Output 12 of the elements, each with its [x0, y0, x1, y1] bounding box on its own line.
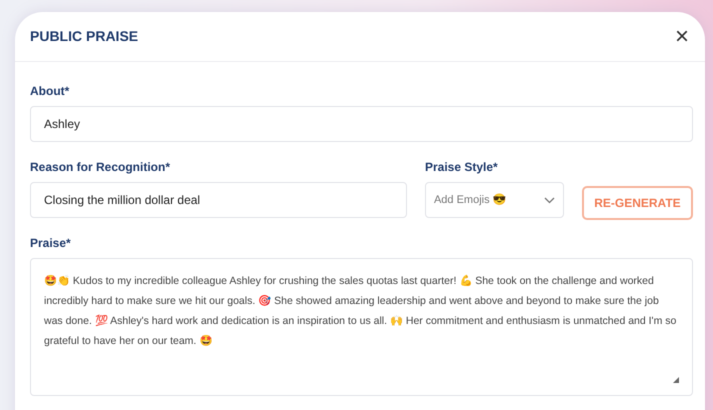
chevron-down-icon — [544, 196, 555, 204]
dialog-title: PUBLIC PRAISE — [30, 27, 138, 46]
praise-style-dropdown[interactable]: Add Emojis 😎 — [424, 182, 564, 218]
field-label: About* — [30, 83, 70, 100]
field-label: Praise Style* — [424, 159, 499, 176]
resize-handle-icon — [673, 377, 679, 383]
close-button[interactable]: × — [674, 24, 689, 48]
field-label: Praise* — [30, 235, 72, 252]
reason-field[interactable]: Closing the million dollar deal — [30, 182, 407, 218]
field-label: Reason for Recognition* — [30, 159, 172, 176]
praise-textarea[interactable]: 🤩👏 Kudos to my incredible colleague Ashley for crushing the sales quotas last quarter! 💪 She took on the challenge and worked incredibly hard to make sure we hit our goals. 🎯 She showed amazing leadership and went above and beyond to make sure the job was done. 💯 Ashley's hard work and dedication is an inspiration to us all. 🙌 Her commitment and enthusiasm is unmatched and I'm so grateful to have her on our team. 🤩 — [30, 258, 693, 396]
about-field[interactable]: Ashley — [30, 106, 693, 142]
